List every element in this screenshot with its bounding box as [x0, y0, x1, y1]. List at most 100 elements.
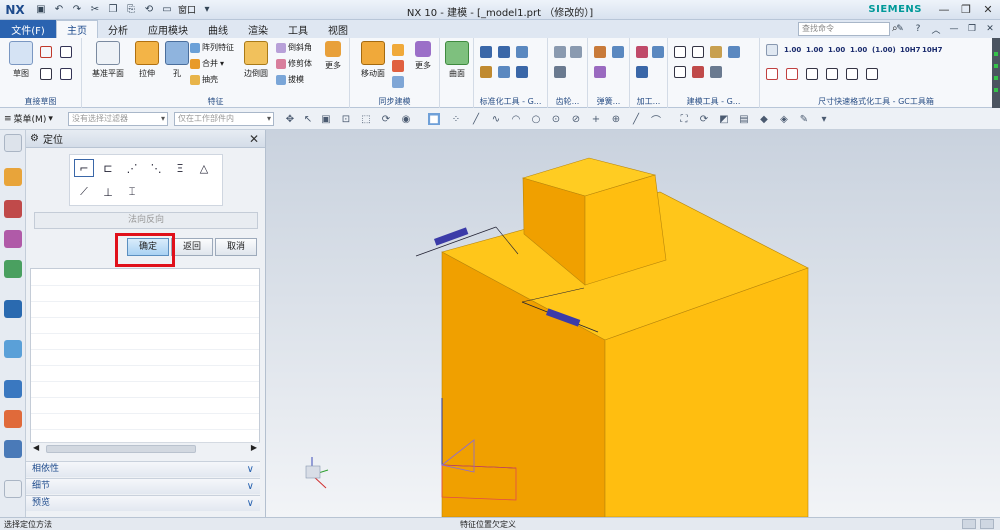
tab-tools[interactable]: 工具: [278, 20, 318, 38]
section-preview[interactable]: 预览 ∨: [26, 495, 260, 511]
line-icon[interactable]: ╱: [470, 113, 482, 125]
datum-plane-button[interactable]: 基准平面: [88, 41, 128, 79]
tool-icon[interactable]: [480, 66, 492, 78]
customize-qat-icon[interactable]: ▾: [200, 3, 214, 17]
snap-icon[interactable]: ✥: [284, 113, 296, 125]
history-icon[interactable]: [4, 340, 22, 358]
file-tab[interactable]: 文件(F): [0, 20, 56, 38]
render-style-icon[interactable]: ◩: [718, 113, 730, 125]
angle-method-icon[interactable]: △: [194, 159, 214, 177]
display-icon[interactable]: ◆: [758, 113, 770, 125]
perpendicular-method-icon[interactable]: ⋱: [146, 159, 166, 177]
minimize-icon[interactable]: —: [936, 2, 952, 17]
copy-icon[interactable]: ❐: [106, 3, 120, 17]
triangle-icon[interactable]: [674, 46, 686, 58]
positioning-list[interactable]: [30, 268, 260, 454]
tab-analysis[interactable]: 分析: [98, 20, 138, 38]
dropdown-icon[interactable]: ▾: [220, 59, 224, 68]
line-icon[interactable]: [60, 46, 72, 58]
gear-icon[interactable]: [570, 46, 582, 58]
curve-icon[interactable]: ∿: [490, 113, 502, 125]
unite-button[interactable]: 合并 ▾: [190, 58, 224, 69]
draft-button[interactable]: 拔模: [276, 74, 304, 85]
hole-button[interactable]: 孔: [160, 41, 194, 79]
machining-icon[interactable]: [652, 46, 664, 58]
fit-view-icon[interactable]: ⛶: [678, 113, 690, 125]
restore-icon[interactable]: ❐: [958, 2, 974, 17]
dropdown-icon[interactable]: ▾: [818, 113, 830, 125]
tool-icon[interactable]: [516, 66, 528, 78]
point-icon[interactable]: ⁘: [450, 113, 462, 125]
gear-icon[interactable]: [554, 46, 566, 58]
tool-icon[interactable]: [692, 46, 704, 58]
shaded-mode-icon[interactable]: ■: [428, 113, 440, 125]
line-onto-line-method-icon[interactable]: ⌶: [122, 183, 142, 201]
dim-format-label[interactable]: 1.00: [784, 46, 801, 54]
section-details[interactable]: 细节 ∨: [26, 478, 260, 494]
tab-curve[interactable]: 曲线: [198, 20, 238, 38]
tool-icon[interactable]: [692, 66, 704, 78]
tool-icon[interactable]: [866, 68, 878, 80]
undo-icon[interactable]: ↶: [52, 3, 66, 17]
dim-format-label[interactable]: 10H7: [922, 46, 942, 54]
constraint-navigator-icon[interactable]: [4, 200, 22, 218]
machining-icon[interactable]: [636, 66, 648, 78]
tool-icon[interactable]: [710, 66, 722, 78]
status-icon[interactable]: [980, 519, 994, 529]
tool-icon[interactable]: [480, 46, 492, 58]
save-icon[interactable]: ▣: [34, 3, 48, 17]
close-icon[interactable]: ✕: [249, 132, 259, 146]
reuse-library-icon[interactable]: [4, 260, 22, 278]
collapse-ribbon-icon[interactable]: ︿: [930, 23, 942, 36]
delete-face-icon[interactable]: [392, 60, 404, 72]
help-icon[interactable]: ?: [912, 23, 924, 35]
dim-format-label[interactable]: 10H7: [900, 46, 920, 54]
assembly-navigator-icon[interactable]: [4, 168, 22, 186]
spring-icon[interactable]: [594, 46, 606, 58]
cut-icon[interactable]: ✂: [88, 3, 102, 17]
minimize-icon[interactable]: —: [948, 23, 960, 35]
restore-icon[interactable]: ❐: [966, 23, 978, 35]
close-icon[interactable]: ✕: [980, 2, 996, 17]
eye-icon[interactable]: ◉: [400, 113, 412, 125]
tab-render[interactable]: 渲染: [238, 20, 278, 38]
palette-icon[interactable]: [4, 410, 22, 428]
slash-icon[interactable]: ╱: [630, 113, 642, 125]
graphics-viewport[interactable]: [266, 130, 1000, 517]
dim-format-icon[interactable]: [766, 44, 778, 56]
rectangle-icon[interactable]: [40, 68, 52, 80]
scroll-thumb[interactable]: [46, 445, 196, 453]
redo-icon[interactable]: ↷: [70, 3, 84, 17]
edit-icon[interactable]: ✎: [798, 113, 810, 125]
system-scene-icon[interactable]: [4, 480, 22, 498]
refresh-icon[interactable]: ⟳: [698, 113, 710, 125]
part-navigator-icon[interactable]: [4, 230, 22, 248]
arc-icon[interactable]: [60, 68, 72, 80]
view-orient-icon[interactable]: ◈: [778, 113, 790, 125]
surface-button[interactable]: 曲面: [442, 41, 472, 79]
point-on-curve-icon[interactable]: ⌒: [650, 113, 662, 127]
tool-icon[interactable]: [826, 68, 838, 80]
horizontal-scrollbar[interactable]: ◀ ▶: [30, 442, 260, 454]
paste-icon[interactable]: ⎘: [124, 3, 138, 17]
selection-color-icon[interactable]: ▣: [320, 113, 332, 125]
edge-blend-button[interactable]: 边倒圆: [236, 41, 276, 79]
window-menu[interactable]: 窗口: [178, 3, 196, 16]
tool-icon[interactable]: [786, 68, 798, 80]
profile-icon[interactable]: [40, 46, 52, 58]
parallel-method-icon[interactable]: ⋰: [122, 159, 142, 177]
center-icon[interactable]: ⊙: [550, 113, 562, 125]
gear-icon[interactable]: [554, 66, 566, 78]
selection-scope-select[interactable]: 仅在工作部件内: [174, 112, 274, 126]
tool-icon[interactable]: [674, 66, 686, 78]
section-dependencies[interactable]: 相依性 ∨: [26, 461, 260, 477]
quadrant-icon[interactable]: ⊕: [610, 113, 622, 125]
side-handle[interactable]: [992, 38, 1000, 108]
shell-button[interactable]: 抽壳: [190, 74, 218, 85]
lasso-icon[interactable]: ⬚: [360, 113, 372, 125]
tool-icon[interactable]: [498, 46, 510, 58]
command-search-input[interactable]: 查找命令: [798, 22, 890, 36]
window-menu-icon[interactable]: ▭: [160, 3, 174, 17]
dim-format-label[interactable]: (1.00): [872, 46, 896, 54]
sketch-button[interactable]: 草图: [4, 41, 38, 79]
